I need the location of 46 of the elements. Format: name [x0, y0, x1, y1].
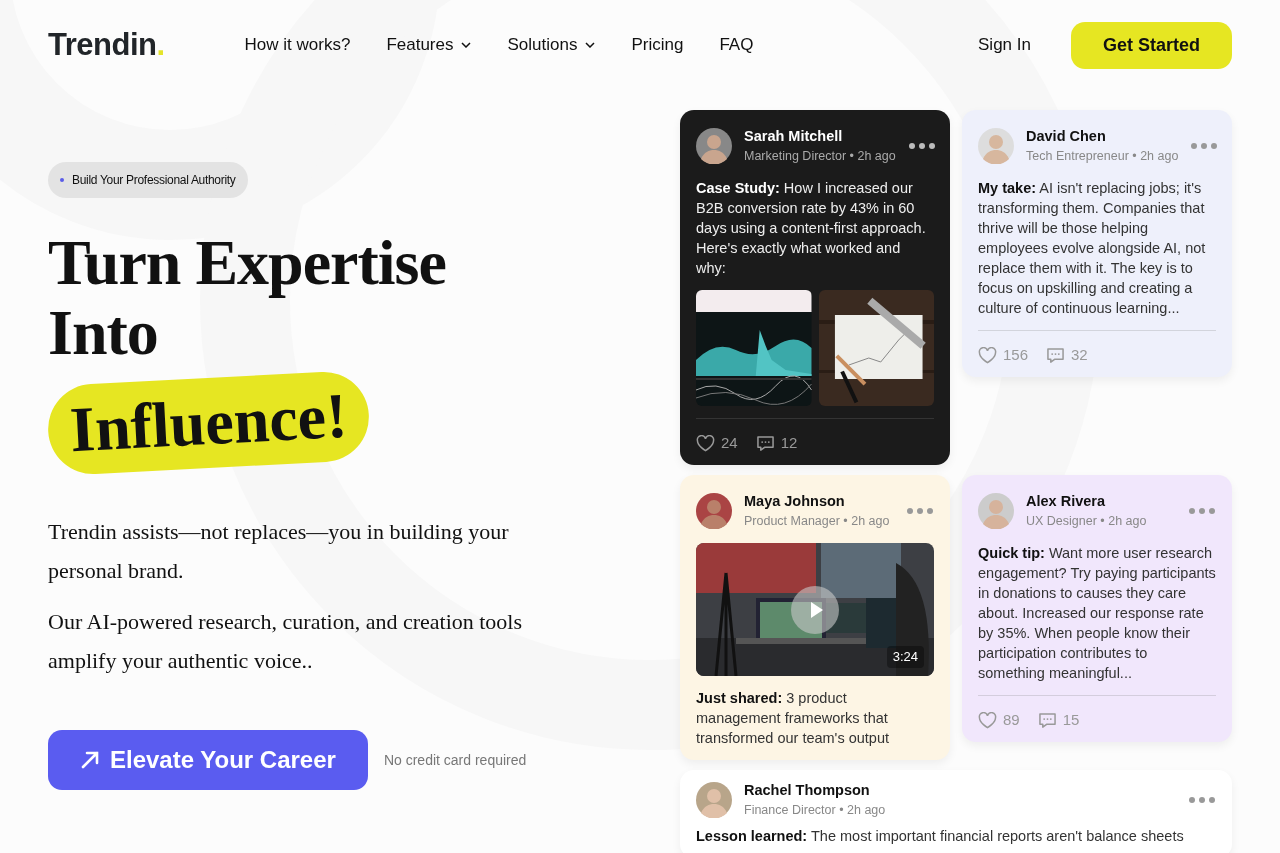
avatar	[696, 782, 732, 818]
avatar	[978, 493, 1014, 529]
hero-paragraph: Trendin assists—not replaces—you in building your personal brand.	[48, 518, 510, 585]
nav-link[interactable]: FAQ	[719, 32, 754, 58]
author-meta: Marketing Director • 2h ago	[744, 148, 896, 165]
like-count: 24	[721, 433, 738, 453]
author-name: Rachel Thompson	[744, 781, 871, 800]
like-count: 89	[1003, 710, 1020, 730]
post-text: Quick tip: Want more user research engagement? Try paying participants in donations to causes they care about. Increased our response rate by 35%. When people know their participation contributes to something meaningful...	[978, 544, 1216, 683]
get-started-button[interactable]: Get Started	[1070, 21, 1232, 69]
post-text: Case Study: How I increased our B2B conversion rate by 43% in 60 days using a content-first approach. Here's exactly what worked and why:	[696, 179, 927, 278]
nav-link[interactable]: Features	[386, 32, 472, 58]
more-options-icon[interactable]	[907, 142, 936, 150]
nav-link[interactable]: Pricing	[631, 32, 684, 58]
arrow-icon	[80, 750, 100, 770]
post-text: Just shared: 3 product management frameworks that transformed our team's output	[696, 689, 890, 748]
post-text: Lesson learned: The most important financial reports aren't balance sheets	[696, 827, 1185, 846]
author-meta: Finance Director • 2h ago	[744, 802, 887, 819]
author-name: Sarah Mitchell	[744, 127, 844, 146]
author-meta: UX Designer • 2h ago	[1026, 513, 1148, 530]
author-name: Alex Rivera	[1026, 492, 1106, 511]
post-text: My take: AI isn't replacing jobs; it's transforming them. Companies that thrive will be those helping employees evolve alongside AI, not replace them with it. The key is to focus on upskilling and creating a culture of continuous learning...	[978, 179, 1207, 318]
sign-in-link[interactable]: Sign In	[978, 32, 1031, 58]
hero-paragraph: Our AI-powered research, curation, and creation tools amplify your authentic voice..	[48, 608, 524, 675]
author-name: Maya Johnson	[744, 492, 846, 511]
like-count: 156	[1003, 345, 1029, 365]
logo[interactable]: Trendin.	[48, 21, 165, 69]
note-text: No credit card required	[383, 750, 527, 770]
play-icon[interactable]	[791, 585, 839, 634]
cta-button[interactable]: Elevate Your Career	[48, 730, 368, 790]
nav-link[interactable]: Solutions	[507, 32, 596, 58]
comment-icon[interactable]	[755, 434, 775, 452]
comment-count: 15	[1062, 710, 1080, 730]
avatar	[978, 128, 1014, 164]
avatar	[696, 128, 732, 164]
comment-count: 12	[780, 433, 798, 453]
hero-title: Turn Expertise Into	[48, 228, 447, 368]
author-meta: Product Manager • 2h ago	[744, 513, 891, 530]
heart-icon[interactable]	[696, 434, 715, 452]
author-meta: Tech Entrepreneur • 2h ago	[1026, 148, 1179, 165]
nav-link[interactable]: How it works?	[244, 32, 351, 58]
video-duration: 3:24	[886, 646, 924, 668]
comment-count: 32	[1071, 345, 1088, 365]
avatar	[696, 493, 732, 529]
author-name: David Chen	[1026, 127, 1107, 146]
tagline-badge: Build Your Professional Authority	[48, 162, 248, 198]
